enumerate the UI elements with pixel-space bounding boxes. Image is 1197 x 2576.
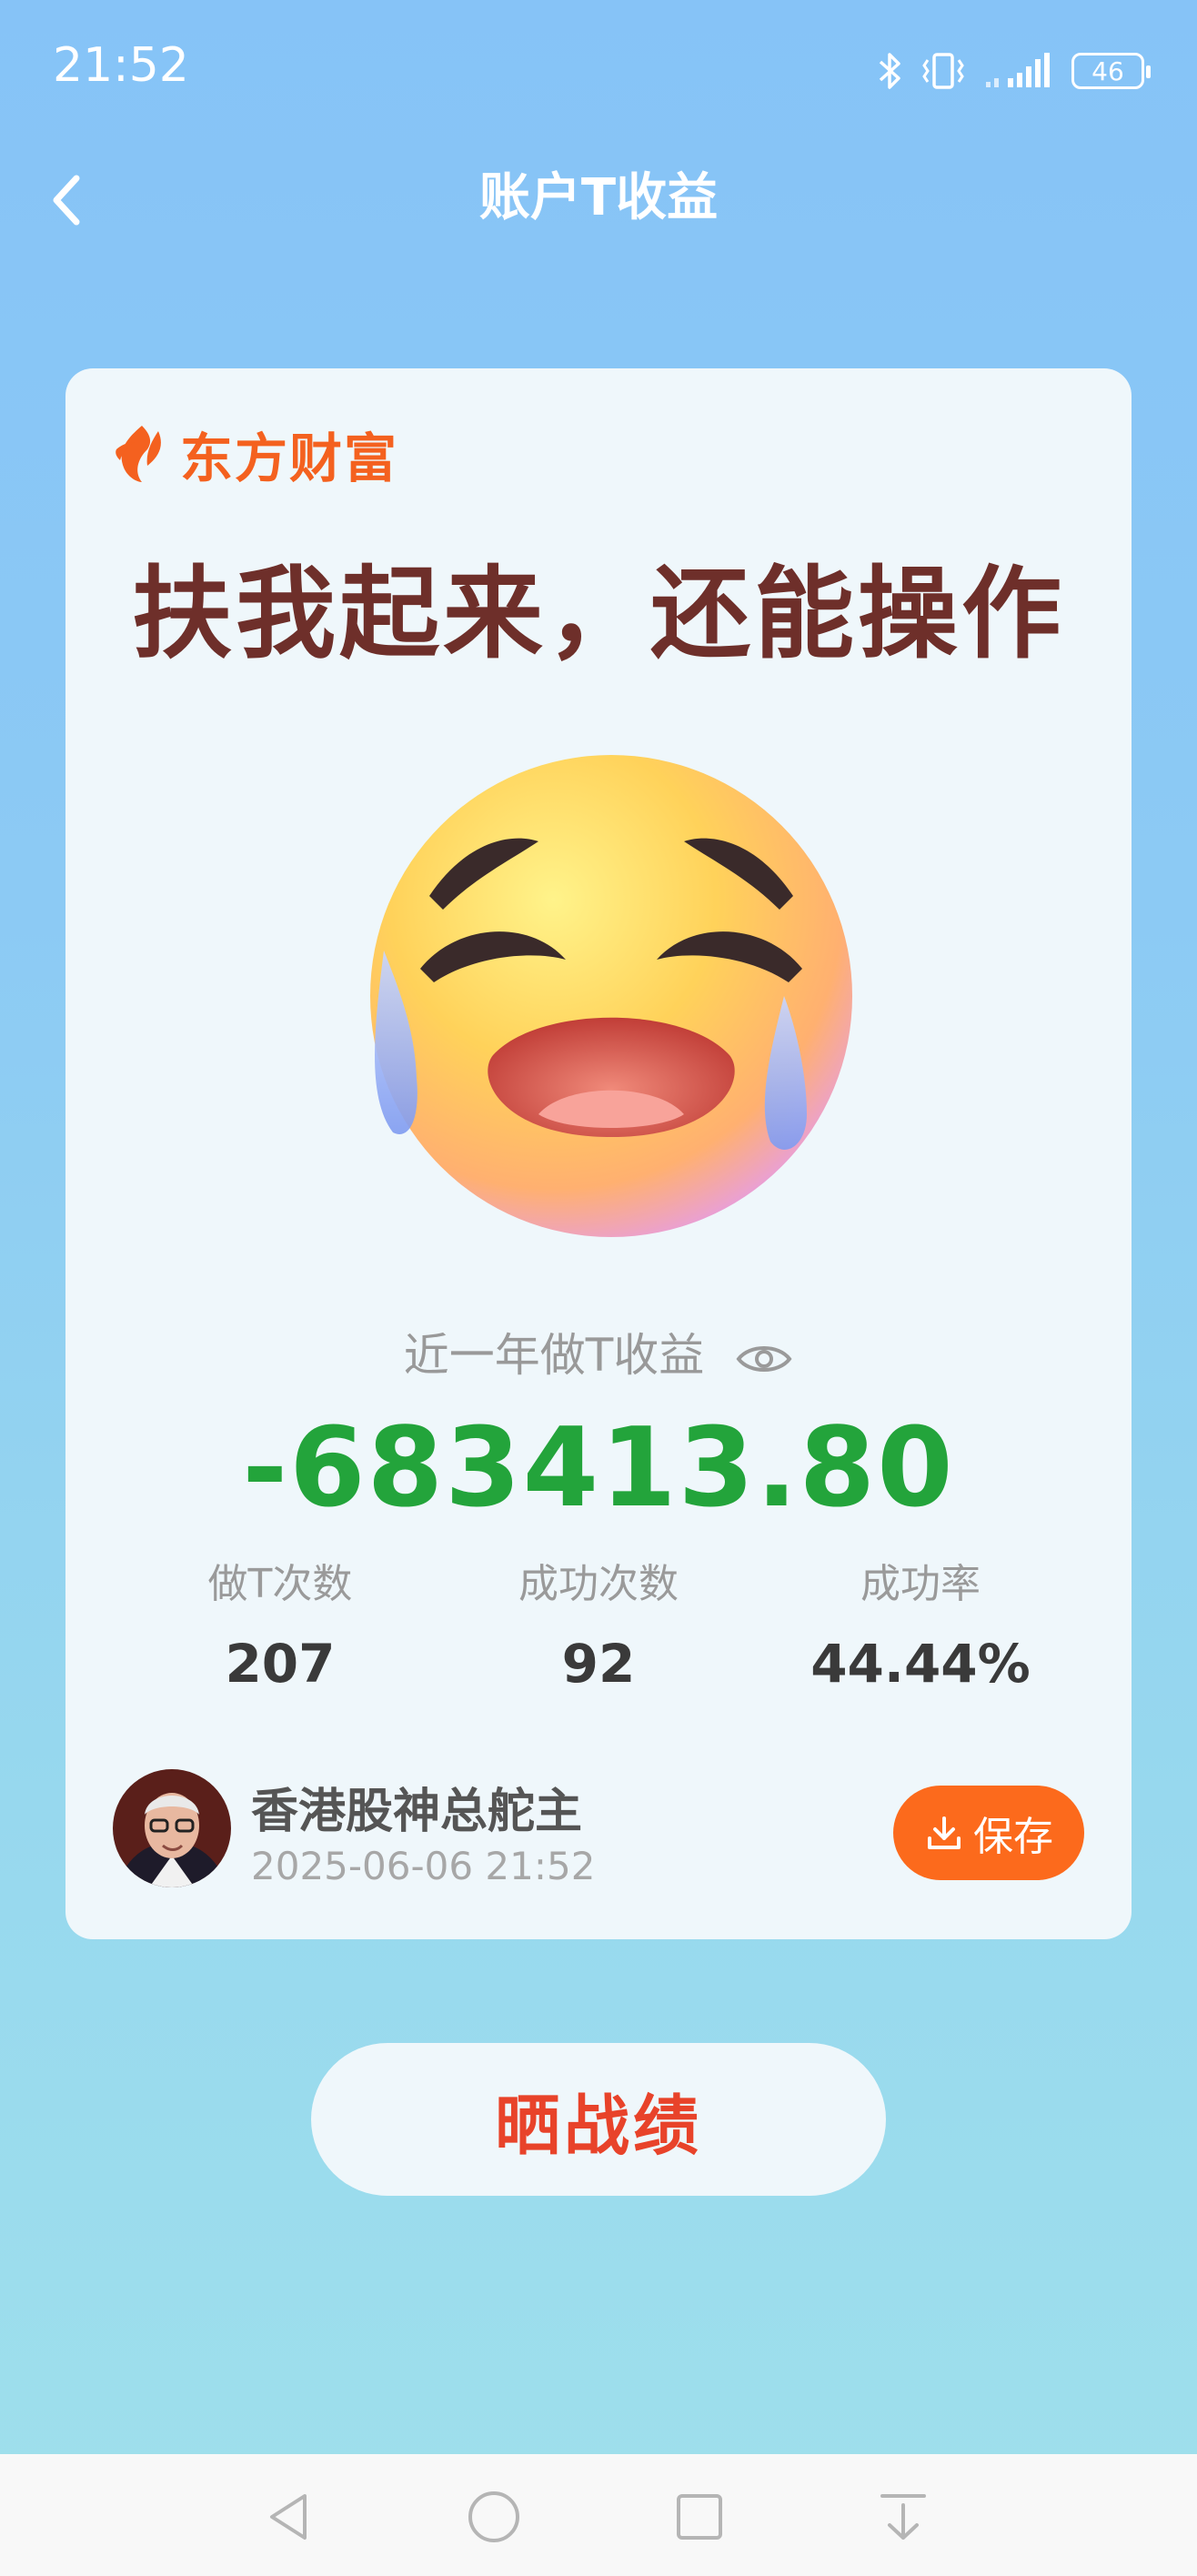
nav-recents-icon[interactable]: [668, 2485, 731, 2549]
brand-name: 东方财富: [180, 428, 399, 489]
nav-back-icon[interactable]: [259, 2485, 323, 2549]
metric-label: 近一年做T收益: [65, 1319, 1132, 1384]
stats-row: 做T次数 207 成功次数 92 成功率 44.44%: [65, 1551, 1132, 1715]
profile-name: 香港股神总舵主: [251, 1785, 583, 1839]
battery-level: 46: [1091, 55, 1124, 86]
bluetooth-icon: [879, 53, 900, 89]
metric-label-text: 近一年做T收益: [403, 1329, 705, 1382]
share-button[interactable]: 晒战绩: [311, 2043, 886, 2196]
nav-hide-icon[interactable]: [871, 2485, 935, 2549]
stat-trade-count: 做T次数 207: [144, 1551, 417, 1695]
system-nav-bar: [0, 2454, 1197, 2576]
brand-flame-icon: [116, 426, 161, 482]
stat-value: 207: [225, 1633, 336, 1695]
stat-success-rate: 成功率 44.44%: [784, 1551, 1057, 1695]
headline: 扶我起来，还能操作: [132, 556, 1065, 672]
vibrate-icon: [922, 53, 964, 89]
stat-label: 做T次数: [207, 1561, 353, 1607]
save-label: 保存: [973, 1814, 1053, 1860]
status-icons: 46: [877, 47, 1151, 95]
profile-row: 香港股神总舵主 2025-06-06 21:52 保存: [113, 1769, 1084, 1897]
avatar: [113, 1769, 231, 1887]
stat-value: 44.44%: [810, 1633, 1031, 1695]
status-time: 21:52: [53, 38, 189, 93]
brand-logo: 东方财富: [111, 416, 398, 492]
crying-face-icon: [357, 732, 866, 1242]
share-label: 晒战绩: [494, 2087, 702, 2164]
page-title: 账户T收益: [478, 168, 719, 227]
battery-icon: 46: [1071, 53, 1151, 89]
metric-value: -683413.80: [242, 1405, 955, 1532]
result-card: 东方财富 扶我起来，还能操作 近一年做T收益 -683413.80 做T次数 2…: [65, 368, 1132, 1939]
status-bar: 21:52 46: [0, 0, 1197, 146]
stat-value: 92: [561, 1633, 636, 1695]
signal-icon: [986, 53, 1050, 87]
stat-label: 成功次数: [518, 1561, 679, 1607]
profile-date: 2025-06-06 21:52: [251, 1844, 596, 1888]
download-icon: [928, 1816, 961, 1849]
eye-icon[interactable]: [735, 1341, 793, 1377]
save-button[interactable]: 保存: [893, 1786, 1084, 1880]
stat-label: 成功率: [860, 1561, 981, 1607]
nav-home-icon[interactable]: [462, 2485, 526, 2549]
stat-success-count: 成功次数 92: [462, 1551, 735, 1695]
